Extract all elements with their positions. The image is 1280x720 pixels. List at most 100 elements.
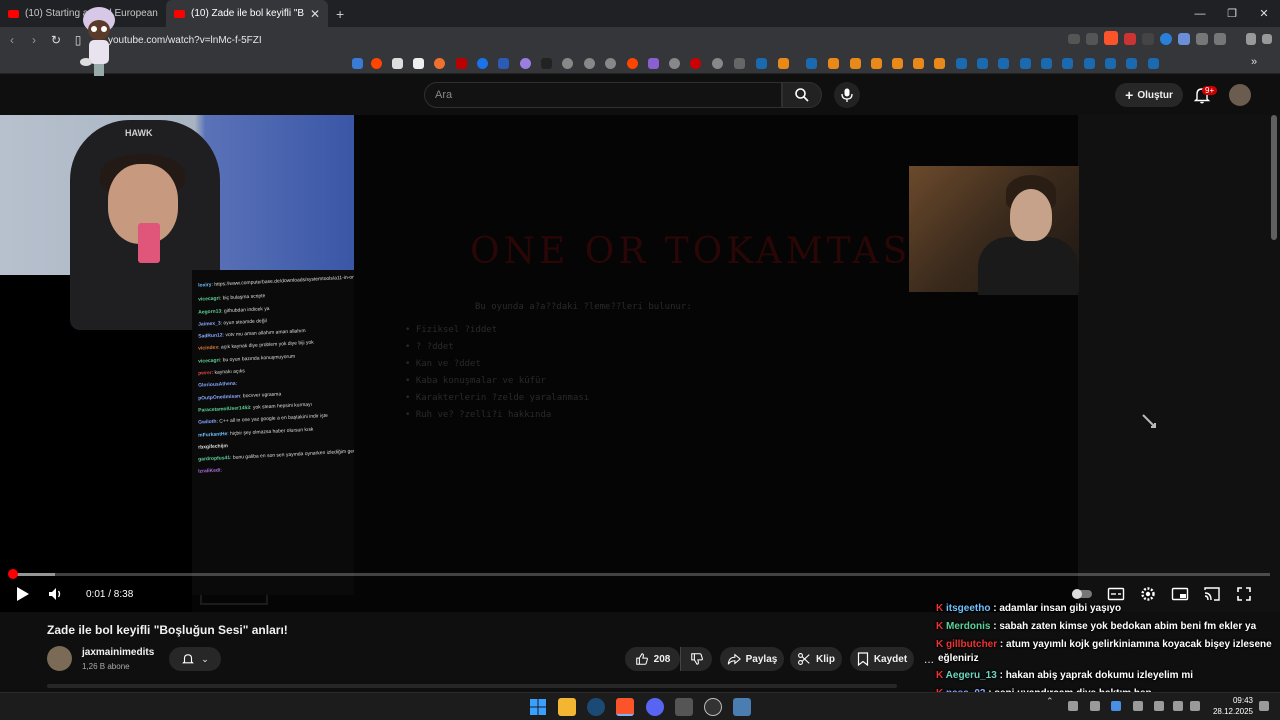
extension-icon[interactable] [1124,33,1136,45]
bookmark-favicon[interactable] [828,58,839,69]
tray-icon[interactable] [1154,701,1164,711]
bookmark-favicon[interactable] [712,58,723,69]
cast-icon[interactable] [1068,34,1080,44]
folder-icon[interactable] [734,58,745,69]
share-icon[interactable] [1086,33,1098,45]
volume-icon[interactable] [46,585,64,603]
bookmark-favicon[interactable] [871,58,882,69]
reddit-icon[interactable] [371,58,382,69]
bookmark-favicon[interactable] [562,58,573,69]
tray-icon[interactable] [1068,701,1078,711]
app-icon[interactable] [675,698,693,716]
amazon-icon[interactable] [413,58,424,69]
bookmark-favicon[interactable] [934,58,945,69]
bookmark-favicon[interactable] [456,58,467,69]
sidebar-icon[interactable] [1214,33,1226,45]
steam-icon[interactable] [1041,58,1052,69]
obs-icon[interactable] [704,698,722,716]
tray-icon[interactable] [1090,701,1100,711]
like-button[interactable]: 208 [625,647,680,671]
network-icon[interactable] [1173,701,1183,711]
close-tab-icon[interactable]: ✕ [310,7,320,21]
progress-scrubber[interactable] [7,569,18,579]
bookmark-favicon[interactable] [434,58,445,69]
clip-button[interactable]: Klip [790,647,842,671]
steam-icon[interactable] [1084,58,1095,69]
notification-center-icon[interactable] [1259,701,1269,711]
discord-icon[interactable] [646,698,664,716]
browser-tab-active[interactable]: (10) Zade ile bol keyifli "Boşluğu ✕ [166,0,328,27]
bookmark-favicon[interactable] [913,58,924,69]
bookmark-favicon[interactable] [352,58,363,69]
back-icon[interactable]: ‹ [2,30,22,50]
bookmark-favicon[interactable] [892,58,903,69]
steam-icon[interactable] [1148,58,1159,69]
app-icon[interactable] [733,698,751,716]
menu-icon[interactable] [1262,34,1272,44]
brave-shield-icon[interactable] [1104,31,1118,45]
save-button[interactable]: Kaydet [850,647,914,671]
voice-search-button[interactable] [834,82,860,108]
system-clock[interactable]: 09:43 28.12.2025 [1207,695,1253,717]
windows-start-icon[interactable] [529,698,547,716]
tray-icon[interactable] [1111,701,1121,711]
play-icon[interactable] [13,585,31,603]
video-player[interactable]: ONE OR TOKAMTASI Bu oyunda a?a??daki ?le… [0,115,1280,612]
steam-icon[interactable] [1020,58,1031,69]
bookmark-favicon[interactable] [850,58,861,69]
dislike-button[interactable] [680,647,712,671]
steam-icon[interactable] [977,58,988,69]
user-avatar[interactable] [1229,84,1251,106]
bookmark-favicon[interactable] [778,58,789,69]
steam-icon[interactable] [1126,58,1137,69]
extension-icon[interactable] [1178,33,1190,45]
steam-icon[interactable] [756,58,767,69]
extensions-puzzle-icon[interactable] [1196,33,1208,45]
channel-name[interactable]: jaxmainimedits [82,647,154,658]
bookmark-favicon[interactable] [584,58,595,69]
bookmark-favicon[interactable] [605,58,616,69]
page-scrollbar[interactable] [1271,115,1277,240]
subscription-bell-button[interactable]: ⌄ [169,647,221,671]
new-tab-button[interactable]: + [336,6,344,22]
progress-bar[interactable] [7,569,1270,579]
extension-icon[interactable] [1160,33,1172,45]
time-display: 0:01 / 8:38 [86,588,134,600]
more-actions-button[interactable]: ... [924,652,934,666]
steam-icon[interactable] [1105,58,1116,69]
restore-icon[interactable]: ❐ [1216,0,1248,27]
video-overlay-line: • Fiziksel ?iddet [405,325,498,335]
bookmark-favicon[interactable] [520,58,531,69]
bookmark-favicon[interactable] [392,58,403,69]
tray-chevron-icon[interactable]: ⌃ [1046,696,1056,706]
brave-browser-icon[interactable] [616,698,634,716]
bookmark-favicon[interactable] [690,58,701,69]
create-button[interactable]: + Oluştur [1115,83,1183,107]
steam-icon[interactable] [587,698,605,716]
minimize-icon[interactable]: — [1184,0,1216,27]
reload-icon[interactable]: ↻ [46,30,66,50]
search-button[interactable] [782,82,822,108]
bookmark-favicon[interactable] [669,58,680,69]
bookmark-favicon[interactable] [498,58,509,69]
close-window-icon[interactable]: ✕ [1248,0,1280,27]
more-bookmarks-icon[interactable]: » [1251,56,1257,68]
bookmark-favicon[interactable] [648,58,659,69]
share-button[interactable]: Paylaş [720,647,784,671]
steam-icon[interactable] [806,58,817,69]
address-bar[interactable]: youtube.com/watch?v=lnMc-f-5FZI [108,35,262,46]
steam-icon[interactable] [998,58,1009,69]
forward-icon[interactable]: › [24,30,44,50]
extension-icon[interactable] [1142,33,1154,45]
file-explorer-icon[interactable] [558,698,576,716]
steam-icon[interactable] [1062,58,1073,69]
tray-icon[interactable] [1133,701,1143,711]
steam-icon[interactable] [956,58,967,69]
music-icon[interactable] [1246,33,1256,45]
kick-icon[interactable] [541,58,552,69]
bookmark-favicon[interactable] [477,58,488,69]
channel-avatar[interactable] [47,646,72,671]
reddit-icon[interactable] [627,58,638,69]
volume-tray-icon[interactable] [1190,701,1200,711]
search-input[interactable]: Ara [424,82,782,108]
